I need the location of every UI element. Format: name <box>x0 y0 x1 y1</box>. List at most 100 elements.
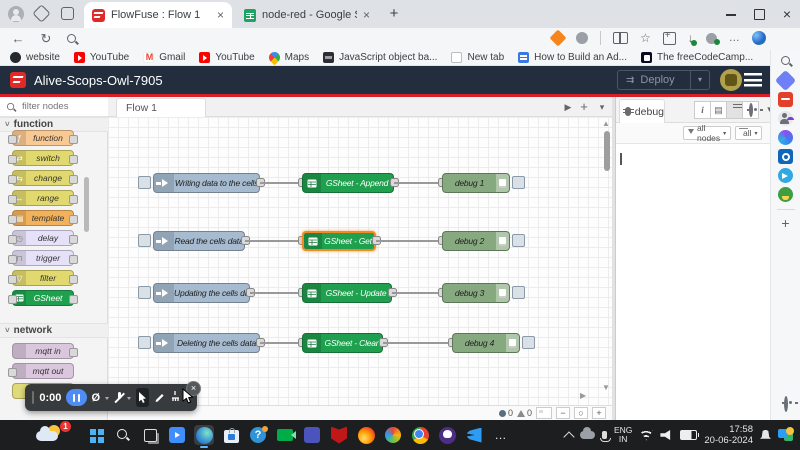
debug-tab-icon[interactable] <box>726 101 743 119</box>
bookmark-item[interactable]: New tab <box>451 52 504 63</box>
volume-icon[interactable] <box>660 430 673 440</box>
mcafee-app-icon[interactable] <box>329 425 349 445</box>
next-tab-icon[interactable]: ▶ <box>560 99 576 115</box>
microsoft365-icon[interactable] <box>778 130 793 145</box>
window-close-button[interactable]: × <box>774 0 800 28</box>
movies-app-icon[interactable] <box>167 425 187 445</box>
tab-google-sheets[interactable]: node-red - Google Sheets × <box>236 2 378 28</box>
tray-expand-icon[interactable] <box>563 431 574 442</box>
gsheet-node[interactable]: GSheet - Append <box>302 173 394 193</box>
settings-more-icon[interactable]: … <box>729 32 740 44</box>
palette-node-change[interactable]: ⇆change <box>12 170 74 186</box>
inject-node[interactable]: Updating the cells data <box>153 283 250 303</box>
language-indicator[interactable]: ENGIN <box>614 426 632 444</box>
camera-options-caret[interactable] <box>105 397 109 402</box>
shopping-icon[interactable] <box>775 70 796 91</box>
flow-canvas[interactable]: Writing data to the cells GSheet - Appen… <box>108 117 612 405</box>
split-screen-icon[interactable] <box>613 32 628 44</box>
microphone-off-icon[interactable] <box>114 391 122 404</box>
help-tab-icon[interactable]: ▤ <box>710 101 727 119</box>
cursor-tool-button[interactable] <box>136 388 149 407</box>
favorites-bar-icon[interactable]: ☆ <box>640 31 651 45</box>
zoom-reset-button[interactable]: ○ <box>574 407 588 419</box>
palette-category-network[interactable]: ˅ network <box>0 323 108 338</box>
debug-toggle-button[interactable] <box>512 176 525 189</box>
input-port[interactable] <box>8 235 17 244</box>
task-view-icon[interactable] <box>140 425 160 445</box>
microphone-tray-icon[interactable] <box>602 431 607 439</box>
scroll-right-icon[interactable]: ▶ <box>580 391 586 400</box>
collections-icon[interactable] <box>663 32 676 45</box>
wifi-icon[interactable] <box>639 430 653 441</box>
messaging-icon[interactable] <box>778 168 793 183</box>
highlight-tool-button[interactable] <box>170 390 181 405</box>
inject-button[interactable] <box>138 234 151 247</box>
refresh-icon[interactable]: ↻ <box>38 31 54 47</box>
output-port[interactable] <box>69 215 78 224</box>
taskbar-clock[interactable]: 17:5820-06-2024 <box>704 424 753 446</box>
microphone-options-caret[interactable] <box>127 397 131 402</box>
copilot-icon[interactable] <box>752 31 766 45</box>
scroll-down-icon[interactable]: ▼ <box>602 383 610 392</box>
inject-button[interactable] <box>138 336 151 349</box>
metamask-extension-icon[interactable] <box>550 30 567 47</box>
output-port[interactable] <box>69 135 78 144</box>
output-port[interactable] <box>69 348 78 357</box>
bookmark-item[interactable]: Maps <box>269 52 309 63</box>
debug-node[interactable]: debug 2 <box>442 231 510 251</box>
input-port[interactable] <box>8 175 17 184</box>
bookmark-item[interactable]: Gmail <box>143 52 185 63</box>
input-port[interactable] <box>8 368 17 377</box>
input-port[interactable] <box>8 155 17 164</box>
tab-flowfuse[interactable]: FlowFuse : Flow 1 × <box>84 2 232 28</box>
store-app-icon[interactable] <box>221 425 241 445</box>
output-port[interactable] <box>69 295 78 304</box>
deploy-caret-icon[interactable]: ▾ <box>690 71 709 89</box>
input-port[interactable] <box>8 135 17 144</box>
workspaces-icon[interactable] <box>34 6 50 22</box>
inject-button[interactable] <box>138 286 151 299</box>
warning-counter[interactable]: 0 <box>517 408 532 418</box>
tab-close-icon[interactable]: × <box>363 9 370 21</box>
flowfuse-logo[interactable] <box>10 72 26 88</box>
output-port[interactable] <box>69 155 78 164</box>
weather-widget[interactable]: 1 <box>34 423 68 447</box>
palette-node-range[interactable]: ↔range <box>12 190 74 206</box>
zoom-out-button[interactable]: − <box>556 407 570 419</box>
palette-node-function[interactable]: ƒfunction <box>12 130 74 146</box>
bookmark-item[interactable]: YouTube <box>74 52 129 63</box>
get-help-app-icon[interactable]: ? <box>248 425 268 445</box>
taskbar-more-icon[interactable]: … <box>491 425 511 445</box>
tab-debug[interactable]: debug <box>619 99 665 123</box>
palette-search-input[interactable] <box>20 100 94 113</box>
bookmark-item[interactable]: YouTube <box>199 52 254 63</box>
taskbar-search-icon[interactable] <box>113 425 133 445</box>
password-check-icon[interactable] <box>706 33 717 44</box>
input-port[interactable] <box>8 195 17 204</box>
tab-actions-icon[interactable] <box>60 6 76 22</box>
output-port[interactable] <box>69 275 78 284</box>
photos-app-icon[interactable] <box>383 425 403 445</box>
canvas-vscrollbar-thumb[interactable] <box>604 131 610 171</box>
drag-handle[interactable] <box>32 391 34 404</box>
palette-node-template[interactable]: ▤template <box>12 210 74 226</box>
menu-icon[interactable] <box>744 73 762 87</box>
sidebar-search-icon[interactable] <box>780 55 792 67</box>
palette-scrollbar-thumb[interactable] <box>84 177 89 232</box>
screen-recorder-toolbar[interactable]: 0:00 Ø ‹ <box>25 384 197 411</box>
user-avatar[interactable] <box>720 69 742 91</box>
outlook-icon[interactable] <box>778 149 793 164</box>
add-flow-button[interactable]: + <box>576 99 592 115</box>
output-port[interactable] <box>69 235 78 244</box>
search-icon[interactable] <box>64 33 80 49</box>
debug-toggle-button[interactable] <box>512 286 525 299</box>
palette-node-trigger[interactable]: ⊓trigger <box>12 250 74 266</box>
vscode-app-icon[interactable] <box>464 425 484 445</box>
input-port[interactable] <box>8 255 17 264</box>
onedrive-icon[interactable] <box>580 431 595 439</box>
inject-node[interactable]: Read the cells data <box>153 231 245 251</box>
navigator-icon[interactable] <box>536 407 552 419</box>
scroll-up-icon[interactable]: ▲ <box>602 119 610 128</box>
debug-node[interactable]: debug 4 <box>452 333 520 353</box>
github-app-icon[interactable] <box>437 425 457 445</box>
